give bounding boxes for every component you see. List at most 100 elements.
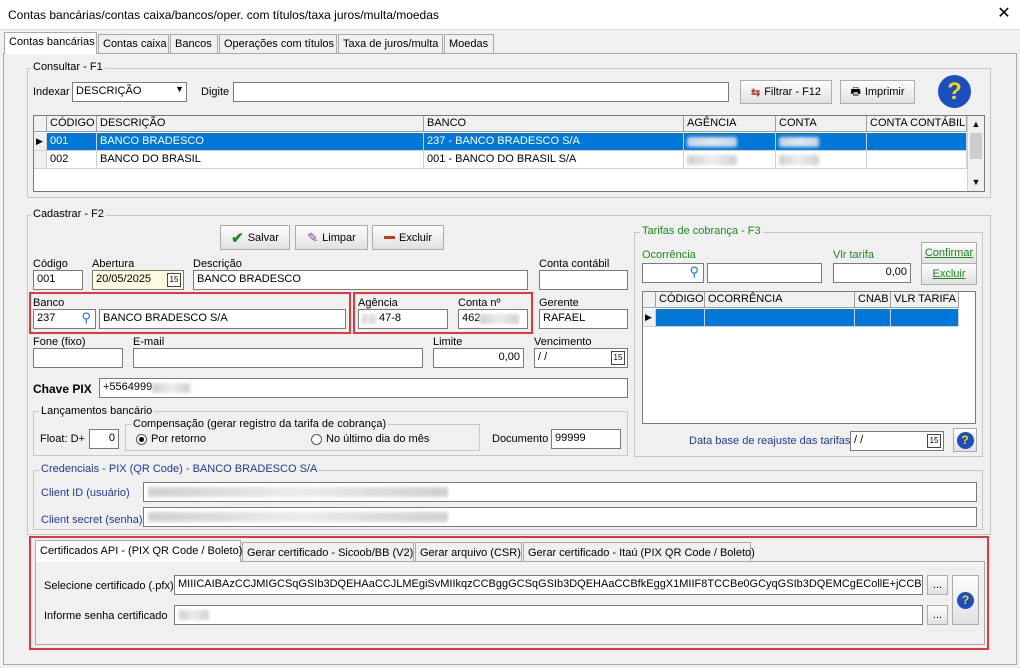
tab-moedas[interactable]: Moedas [444,34,494,54]
tab-contas-bancarias[interactable]: Contas bancárias [4,32,97,54]
limpar-button[interactable]: ✎ Limpar [295,225,368,250]
table-row-cell[interactable]: 237 - BANCO BRADESCO S/A [424,133,684,151]
salvar-button[interactable]: ✔ Salvar [220,225,290,250]
table-row-cell[interactable] [684,133,776,151]
table-row-cell[interactable]: 001 - BANCO DO BRASIL S/A [424,151,684,169]
pix-label: Chave PIX [33,382,92,396]
column-header-descricao[interactable]: DESCRIÇÃO [97,116,424,132]
table-row-cell[interactable] [891,309,959,327]
vertical-scrollbar[interactable]: ▲ ▼ [967,116,984,191]
email-input[interactable] [133,348,423,368]
conta-contabil-input[interactable] [539,270,628,290]
tab-gerar-certificado-sicoob[interactable]: Gerar certificado - Sicoob/BB (V2) [242,542,414,562]
calendar-icon[interactable]: 15 [167,273,181,287]
scroll-up-icon[interactable]: ▲ [968,116,984,132]
column-header-codigo[interactable]: CÓDIGO [47,116,97,132]
table-row-cell[interactable] [705,309,855,327]
tab-bancos[interactable]: Bancos [170,34,218,54]
column-header-agencia[interactable]: AGÊNCIA [684,116,776,132]
vlr-tarifa-input[interactable]: 0,00 [833,263,911,283]
tarifas-grid: CÓDIGO OCORRÊNCIA CNAB VLR TARIFA ▶ [642,291,976,424]
help-icon[interactable]: ? [938,75,971,108]
tab-gerar-certificado-itau[interactable]: Gerar certificado - Itaú (PIX QR Code / … [523,542,755,562]
column-header-cnab[interactable]: CNAB [855,292,891,308]
table-row-cell[interactable] [855,309,891,327]
certificado-help-button[interactable]: ? [952,575,979,625]
radio-por-retorno[interactable] [136,434,147,445]
table-row-cell[interactable]: BANCO DO BRASIL [97,151,424,169]
pix-input[interactable]: +5564999 [99,378,628,398]
certificado-input[interactable]: MIIICAIBAzCCJMIGCSqGSIb3DQEHAaCCJLMEgiSv… [174,575,923,595]
tarifas-help-button[interactable]: ? [953,428,977,452]
minus-icon [383,236,395,239]
column-header-ocorrencia[interactable]: OCORRÊNCIA [705,292,855,308]
table-row-cell[interactable]: 002 [47,151,97,169]
search-icon[interactable]: ⚲ [81,310,91,326]
tab-contas-caixa[interactable]: Contas caixa [98,34,169,54]
scroll-thumb[interactable] [970,133,982,159]
column-header-banco[interactable]: BANCO [424,116,684,132]
gerente-input[interactable]: RAFAEL [539,309,628,329]
table-row-cell[interactable]: BANCO BRADESCO [97,133,424,151]
table-row-cell[interactable] [776,133,867,151]
title-bar: Contas bancárias/contas caixa/bancos/ope… [0,0,1020,30]
client-id-label: Client ID (usuário) [41,487,130,499]
indexar-select[interactable]: DESCRIÇÃO ▼ [72,82,187,102]
ocorrencia-codigo-input[interactable]: ⚲ [642,263,704,283]
conta-input[interactable]: 462 [458,309,528,329]
search-icon[interactable]: ⚲ [689,264,699,280]
banco-codigo-input[interactable]: 237 ⚲ [33,309,96,329]
data-base-date-input[interactable]: / / 15 [850,431,944,451]
senha-certificado-input[interactable] [174,605,923,625]
printer-icon: 🖶 [850,85,861,98]
documento-input[interactable]: 99999 [551,429,621,449]
browse-certificado-button[interactable]: ... [927,575,948,595]
ocorrencia-desc-input[interactable] [707,263,822,283]
limite-input[interactable]: 0,00 [433,348,524,368]
column-header-codigo[interactable]: CÓDIGO [656,292,705,308]
imprimir-button[interactable]: 🖶 Imprimir [840,80,915,104]
client-id-input[interactable] [143,482,977,502]
browse-senha-button[interactable]: ... [927,605,948,625]
column-header-conta-contabil[interactable]: CONTA CONTÁBIL [867,116,967,132]
table-row-cell[interactable] [776,151,867,169]
scroll-down-icon[interactable]: ▼ [968,174,984,190]
abertura-date-input[interactable]: 20/05/2025 15 [92,270,184,290]
filtrar-button[interactable]: ⇆ Filtrar - F12 [740,80,832,104]
agencia-label: Agência [358,297,398,309]
credenciais-label: Credenciais - PIX (QR Code) - BANCO BRAD… [39,463,320,475]
table-row-cell[interactable] [684,151,776,169]
tab-taxa-juros[interactable]: Taxa de juros/multa [338,34,443,54]
excluir-button[interactable]: Excluir [372,225,444,250]
client-secret-input[interactable] [143,507,977,527]
grid-indicator-header [643,292,656,308]
table-row-cell[interactable] [656,309,705,327]
calendar-icon[interactable]: 15 [927,434,941,448]
descricao-input[interactable]: BANCO BRADESCO [193,270,528,290]
calendar-icon[interactable]: 15 [611,351,625,365]
close-icon[interactable]: ✕ [994,4,1014,24]
banco-nome-input[interactable]: BANCO BRADESCO S/A [99,309,346,329]
column-header-vlr-tarifa[interactable]: VLR TARIFA [891,292,959,308]
column-header-conta[interactable]: CONTA [776,116,867,132]
confirmar-button[interactable]: Confirmar [921,242,977,264]
agencia-input[interactable]: 47-8 [358,309,448,329]
search-input[interactable] [233,82,729,102]
tarifas-label: Tarifas de cobrança - F3 [640,225,763,237]
radio-por-retorno-label: Por retorno [151,433,207,445]
fone-input[interactable] [33,348,123,368]
vencimento-date-input[interactable]: / / 15 [534,348,628,368]
table-row-cell[interactable] [867,133,967,151]
codigo-input[interactable]: 001 [33,270,83,290]
chevron-down-icon: ▼ [175,84,184,94]
row-indicator-icon: ▶ [34,133,47,151]
table-row-cell[interactable]: 001 [47,133,97,151]
radio-ultimo-dia[interactable] [311,434,322,445]
float-input[interactable]: 0 [89,429,119,449]
excluir-tarifa-button[interactable]: Excluir [921,263,977,285]
tab-certificados-api[interactable]: Certificados API - (PIX QR Code / Boleto… [35,540,242,562]
table-row-cell[interactable] [867,151,967,169]
tab-operacoes-titulos[interactable]: Operações com títulos [219,34,337,54]
tab-gerar-arquivo-csr[interactable]: Gerar arquivo (CSR) [415,542,522,562]
filter-icon: ⇆ [750,86,761,99]
